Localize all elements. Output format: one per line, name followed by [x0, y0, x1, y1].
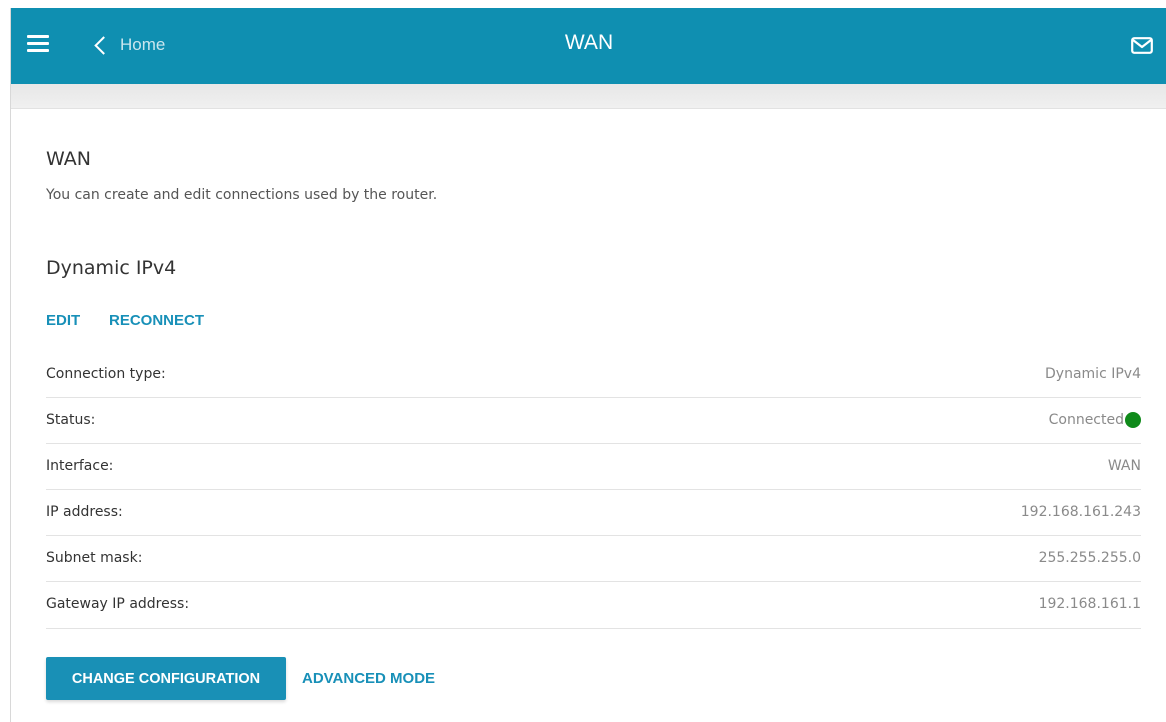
info-value: WAN	[1107, 458, 1141, 474]
info-label: Gateway IP address:	[46, 596, 190, 612]
top-bar: Home WAN	[11, 8, 1166, 84]
edit-button[interactable]: EDIT	[46, 312, 80, 329]
info-value: 255.255.255.0	[1038, 550, 1141, 566]
info-value: Connected	[1049, 412, 1141, 428]
status-indicator-icon	[1125, 412, 1141, 428]
section-description: You can create and edit connections used…	[46, 187, 438, 203]
mail-icon[interactable]	[1131, 37, 1153, 54]
page-title: WAN	[564, 31, 614, 54]
info-row-subnet-mask: Subnet mask: 255.255.255.0	[46, 536, 1141, 582]
info-label: Connection type:	[46, 366, 166, 382]
info-label: Interface:	[46, 458, 114, 474]
info-value: Dynamic IPv4	[1045, 366, 1141, 382]
info-label: Status:	[46, 412, 96, 428]
info-row-ip-address: IP address: 192.168.161.243	[46, 490, 1141, 536]
info-label: Subnet mask:	[46, 550, 143, 566]
change-configuration-button[interactable]: CHANGE CONFIGURATION	[46, 657, 286, 700]
info-row-interface: Interface: WAN	[46, 444, 1141, 490]
info-row-status: Status: Connected	[46, 398, 1141, 444]
info-value: 192.168.161.243	[1020, 504, 1141, 520]
app-frame: Home WAN WAN You can create and edit con…	[10, 8, 1166, 722]
section-title: WAN	[46, 148, 91, 170]
sub-header-bar	[11, 84, 1166, 109]
advanced-mode-button[interactable]: ADVANCED MODE	[302, 670, 435, 687]
info-row-connection-type: Connection type: Dynamic IPv4	[46, 352, 1141, 398]
status-text: Connected	[1048, 412, 1124, 428]
connection-title: Dynamic IPv4	[46, 257, 177, 279]
connection-info-table: Connection type: Dynamic IPv4 Status: Co…	[46, 352, 1141, 629]
info-value: 192.168.161.1	[1038, 596, 1141, 612]
reconnect-button[interactable]: RECONNECT	[109, 312, 204, 329]
info-label: IP address:	[46, 504, 123, 520]
info-row-gateway: Gateway IP address: 192.168.161.1	[46, 582, 1141, 629]
